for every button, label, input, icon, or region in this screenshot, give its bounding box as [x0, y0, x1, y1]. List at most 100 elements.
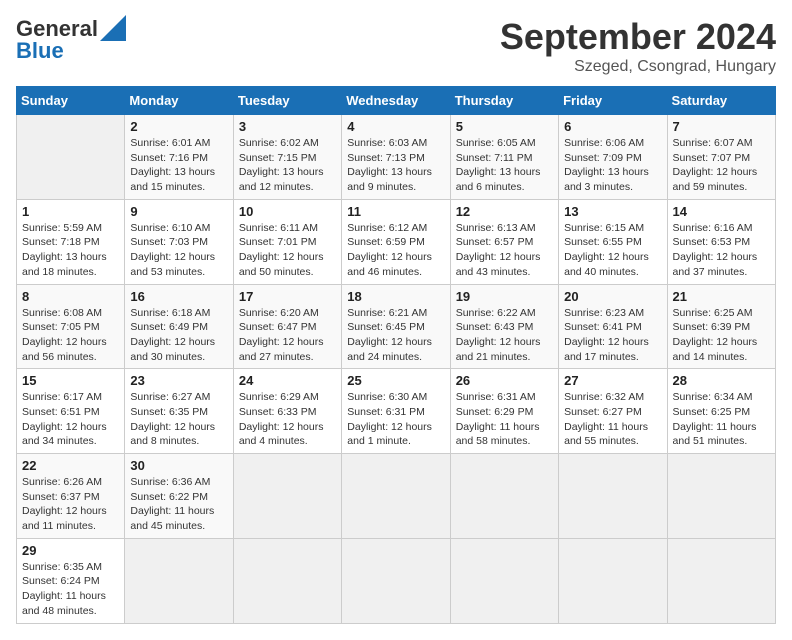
day-info: Sunrise: 6:16 AMSunset: 6:53 PMDaylight:… [673, 221, 770, 280]
day-info: Sunrise: 6:15 AMSunset: 6:55 PMDaylight:… [564, 221, 661, 280]
col-header-saturday: Saturday [667, 87, 775, 115]
day-number: 25 [347, 373, 444, 388]
day-number: 4 [347, 119, 444, 134]
calendar-table: SundayMondayTuesdayWednesdayThursdayFrid… [16, 86, 776, 624]
day-number: 8 [22, 289, 119, 304]
day-number: 20 [564, 289, 661, 304]
day-number: 26 [456, 373, 553, 388]
day-info: Sunrise: 6:03 AMSunset: 7:13 PMDaylight:… [347, 136, 444, 195]
calendar-cell [17, 115, 125, 200]
col-header-sunday: Sunday [17, 87, 125, 115]
day-info: Sunrise: 6:08 AMSunset: 7:05 PMDaylight:… [22, 306, 119, 365]
day-number: 21 [673, 289, 770, 304]
calendar-cell [450, 454, 558, 539]
day-info: Sunrise: 6:10 AMSunset: 7:03 PMDaylight:… [130, 221, 227, 280]
col-header-friday: Friday [559, 87, 667, 115]
calendar-cell: 22 Sunrise: 6:26 AMSunset: 6:37 PMDayligh… [17, 454, 125, 539]
day-number: 5 [456, 119, 553, 134]
col-header-tuesday: Tuesday [233, 87, 341, 115]
day-number: 27 [564, 373, 661, 388]
logo-blue-text: Blue [16, 38, 64, 64]
calendar-cell [667, 538, 775, 623]
calendar-cell: 19Sunrise: 6:22 AMSunset: 6:43 PMDayligh… [450, 284, 558, 369]
calendar-cell: 1 Sunrise: 5:59 AMSunset: 7:18 PMDaylight… [17, 199, 125, 284]
location: Szeged, Csongrad, Hungary [500, 58, 776, 76]
col-header-monday: Monday [125, 87, 233, 115]
calendar-cell: 5 Sunrise: 6:05 AMSunset: 7:11 PMDaylight… [450, 115, 558, 200]
calendar-cell: 29 Sunrise: 6:35 AMSunset: 6:24 PMDayligh… [17, 538, 125, 623]
day-info: Sunrise: 6:25 AMSunset: 6:39 PMDaylight:… [673, 306, 770, 365]
calendar-cell: 27Sunrise: 6:32 AMSunset: 6:27 PMDayligh… [559, 369, 667, 454]
calendar-cell [450, 538, 558, 623]
calendar-cell: 11 Sunrise: 6:12 AMSunset: 6:59 PMDayligh… [342, 199, 450, 284]
day-info: Sunrise: 6:26 AMSunset: 6:37 PMDaylight:… [22, 475, 119, 534]
day-number: 17 [239, 289, 336, 304]
day-number: 9 [130, 204, 227, 219]
day-number: 22 [22, 458, 119, 473]
day-number: 24 [239, 373, 336, 388]
day-info: Sunrise: 6:30 AMSunset: 6:31 PMDaylight:… [347, 390, 444, 449]
calendar-cell: 25 Sunrise: 6:30 AMSunset: 6:31 PMDayligh… [342, 369, 450, 454]
day-info: Sunrise: 6:22 AMSunset: 6:43 PMDaylight:… [456, 306, 553, 365]
day-info: Sunrise: 6:18 AMSunset: 6:49 PMDaylight:… [130, 306, 227, 365]
calendar-cell: 23 Sunrise: 6:27 AMSunset: 6:35 PMDayligh… [125, 369, 233, 454]
calendar-cell: 20 Sunrise: 6:23 AMSunset: 6:41 PMDayligh… [559, 284, 667, 369]
day-info: Sunrise: 6:21 AMSunset: 6:45 PMDaylight:… [347, 306, 444, 365]
day-number: 23 [130, 373, 227, 388]
calendar-cell: 18 Sunrise: 6:21 AMSunset: 6:45 PMDayligh… [342, 284, 450, 369]
calendar-cell: 3 Sunrise: 6:02 AMSunset: 7:15 PMDaylight… [233, 115, 341, 200]
day-number: 3 [239, 119, 336, 134]
day-number: 16 [130, 289, 227, 304]
calendar-cell [233, 538, 341, 623]
col-header-wednesday: Wednesday [342, 87, 450, 115]
calendar-cell: 16 Sunrise: 6:18 AMSunset: 6:49 PMDayligh… [125, 284, 233, 369]
month-title: September 2024 [500, 16, 776, 58]
calendar-cell: 7 Sunrise: 6:07 AMSunset: 7:07 PMDaylight… [667, 115, 775, 200]
day-info: Sunrise: 6:31 AMSunset: 6:29 PMDaylight:… [456, 390, 553, 449]
day-info: Sunrise: 6:11 AMSunset: 7:01 PMDaylight:… [239, 221, 336, 280]
day-info: Sunrise: 6:05 AMSunset: 7:11 PMDaylight:… [456, 136, 553, 195]
day-number: 18 [347, 289, 444, 304]
logo-icon [100, 15, 126, 41]
day-info: Sunrise: 6:27 AMSunset: 6:35 PMDaylight:… [130, 390, 227, 449]
calendar-cell [667, 454, 775, 539]
day-number: 29 [22, 543, 119, 558]
day-info: Sunrise: 6:13 AMSunset: 6:57 PMDaylight:… [456, 221, 553, 280]
day-info: Sunrise: 6:17 AMSunset: 6:51 PMDaylight:… [22, 390, 119, 449]
calendar-week-row: 8 Sunrise: 6:08 AMSunset: 7:05 PMDaylight… [17, 284, 776, 369]
calendar-cell [559, 454, 667, 539]
calendar-cell: 21 Sunrise: 6:25 AMSunset: 6:39 PMDayligh… [667, 284, 775, 369]
page-header: General Blue September 2024 Szeged, Cson… [16, 16, 776, 76]
day-info: Sunrise: 6:23 AMSunset: 6:41 PMDaylight:… [564, 306, 661, 365]
day-info: Sunrise: 6:07 AMSunset: 7:07 PMDaylight:… [673, 136, 770, 195]
day-number: 11 [347, 204, 444, 219]
day-info: Sunrise: 6:01 AMSunset: 7:16 PMDaylight:… [130, 136, 227, 195]
calendar-cell: 4 Sunrise: 6:03 AMSunset: 7:13 PMDaylight… [342, 115, 450, 200]
col-header-thursday: Thursday [450, 87, 558, 115]
day-info: Sunrise: 6:35 AMSunset: 6:24 PMDaylight:… [22, 560, 119, 619]
calendar-cell: 13 Sunrise: 6:15 AMSunset: 6:55 PMDayligh… [559, 199, 667, 284]
day-info: Sunrise: 6:02 AMSunset: 7:15 PMDaylight:… [239, 136, 336, 195]
calendar-week-row: 15Sunrise: 6:17 AMSunset: 6:51 PMDayligh… [17, 369, 776, 454]
calendar-cell: 8 Sunrise: 6:08 AMSunset: 7:05 PMDaylight… [17, 284, 125, 369]
day-info: Sunrise: 6:29 AMSunset: 6:33 PMDaylight:… [239, 390, 336, 449]
calendar-week-row: 29 Sunrise: 6:35 AMSunset: 6:24 PMDayligh… [17, 538, 776, 623]
day-number: 12 [456, 204, 553, 219]
day-number: 7 [673, 119, 770, 134]
day-number: 14 [673, 204, 770, 219]
calendar-cell [559, 538, 667, 623]
day-info: Sunrise: 5:59 AMSunset: 7:18 PMDaylight:… [22, 221, 119, 280]
day-number: 6 [564, 119, 661, 134]
calendar-week-row: 22 Sunrise: 6:26 AMSunset: 6:37 PMDayligh… [17, 454, 776, 539]
day-info: Sunrise: 6:12 AMSunset: 6:59 PMDaylight:… [347, 221, 444, 280]
calendar-cell: 12 Sunrise: 6:13 AMSunset: 6:57 PMDayligh… [450, 199, 558, 284]
day-number: 13 [564, 204, 661, 219]
day-number: 1 [22, 204, 119, 219]
calendar-header-row: SundayMondayTuesdayWednesdayThursdayFrid… [17, 87, 776, 115]
calendar-cell: 26 Sunrise: 6:31 AMSunset: 6:29 PMDayligh… [450, 369, 558, 454]
calendar-cell: 10Sunrise: 6:11 AMSunset: 7:01 PMDayligh… [233, 199, 341, 284]
calendar-cell: 17Sunrise: 6:20 AMSunset: 6:47 PMDayligh… [233, 284, 341, 369]
day-info: Sunrise: 6:36 AMSunset: 6:22 PMDaylight:… [130, 475, 227, 534]
calendar-cell: 28Sunrise: 6:34 AMSunset: 6:25 PMDayligh… [667, 369, 775, 454]
calendar-cell: 14 Sunrise: 6:16 AMSunset: 6:53 PMDayligh… [667, 199, 775, 284]
